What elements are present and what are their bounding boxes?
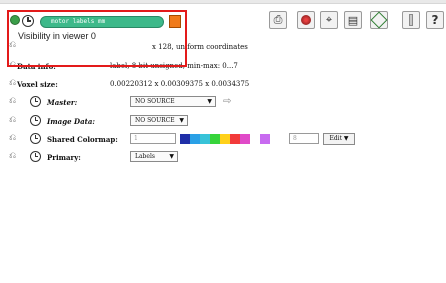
pin-icon[interactable]: ⎌ [9, 115, 17, 126]
cube-shape [370, 11, 388, 29]
primary-label: Primary: [47, 153, 81, 162]
colormap-swatch [190, 134, 200, 144]
connect-arrow-icon[interactable]: ⇨ [223, 96, 231, 107]
chevron-down-icon: ▼ [343, 135, 349, 142]
colormap-swatch [230, 134, 240, 144]
panel-top-border [0, 0, 446, 4]
shared-colormap-label: Shared Colormap: [47, 135, 118, 144]
object-name-pill[interactable]: motor labels mm [40, 16, 164, 28]
material-icon[interactable] [297, 11, 315, 29]
help-icon[interactable]: ? [426, 11, 444, 29]
colormap-swatch [210, 134, 220, 144]
clock-icon[interactable] [30, 115, 41, 126]
colormap-swatch [250, 134, 260, 144]
master-label: Master: [47, 98, 78, 107]
clock-icon[interactable] [30, 151, 41, 162]
visibility-tooltip: Visibility in viewer 0 [15, 29, 99, 43]
chevron-down-icon: ▼ [169, 153, 174, 160]
master-combo[interactable]: NO SOURCE ▼ [130, 96, 216, 107]
pin-icon[interactable]: ⎌ [9, 133, 17, 144]
material-dot [301, 15, 311, 25]
data-object-icon[interactable] [10, 15, 20, 25]
chevron-down-icon: ▼ [179, 117, 184, 124]
image-data-combo[interactable]: NO SOURCE ▼ [130, 115, 188, 126]
pin-icon[interactable]: ⎌ [9, 78, 17, 89]
colormap-swatch [180, 134, 190, 144]
crop-icon[interactable]: ⌖ [320, 11, 338, 29]
image-data-label: Image Data: [47, 117, 95, 126]
object-color-swatch[interactable] [169, 15, 181, 28]
clock-icon[interactable] [22, 15, 34, 27]
slider-shape [409, 14, 413, 26]
bounding-box-icon[interactable] [370, 11, 388, 29]
primary-combo[interactable]: Labels ▼ [130, 151, 178, 162]
colormap-bar[interactable] [180, 134, 270, 144]
dimensions-text: x 128, uniform coordinates [152, 43, 248, 51]
primary-combo-value: Labels [135, 153, 155, 160]
voxel-size-value: 0.00220312 x 0.00309375 x 0.0034375 [110, 80, 250, 88]
image-data-combo-value: NO SOURCE [135, 117, 175, 124]
list-icon[interactable]: ▤ [344, 11, 362, 29]
slider-icon[interactable] [402, 11, 420, 29]
pin-icon[interactable]: ⎌ [9, 151, 17, 162]
master-combo-value: NO SOURCE [135, 98, 175, 105]
clock-icon[interactable] [30, 96, 41, 107]
voxel-size-label: Voxel size: [17, 80, 58, 89]
colormap-swatch [200, 134, 210, 144]
colormap-swatch [220, 134, 230, 144]
data-info-label: Data info: [17, 62, 56, 71]
save-icon[interactable]: ⎙ [269, 11, 287, 29]
edit-label: Edit [329, 135, 342, 142]
colormap-max-field[interactable]: 8 [289, 133, 319, 144]
colormap-min-field[interactable]: 1 [130, 133, 176, 144]
colormap-swatch [260, 134, 270, 144]
clock-icon[interactable] [30, 133, 41, 144]
data-info-value: label, 8-bit unsigned, min-max: 0...7 [110, 62, 238, 70]
pin-icon[interactable]: ⎌ [9, 60, 17, 71]
colormap-swatch [240, 134, 250, 144]
properties-panel: motor labels mm ⎙ ⌖ ▤ ? ⎌ x 128, uniform… [0, 0, 446, 283]
pin-icon[interactable]: ⎌ [9, 96, 17, 107]
chevron-down-icon: ▼ [207, 98, 212, 105]
colormap-edit-button[interactable]: Edit ▼ [323, 133, 355, 145]
